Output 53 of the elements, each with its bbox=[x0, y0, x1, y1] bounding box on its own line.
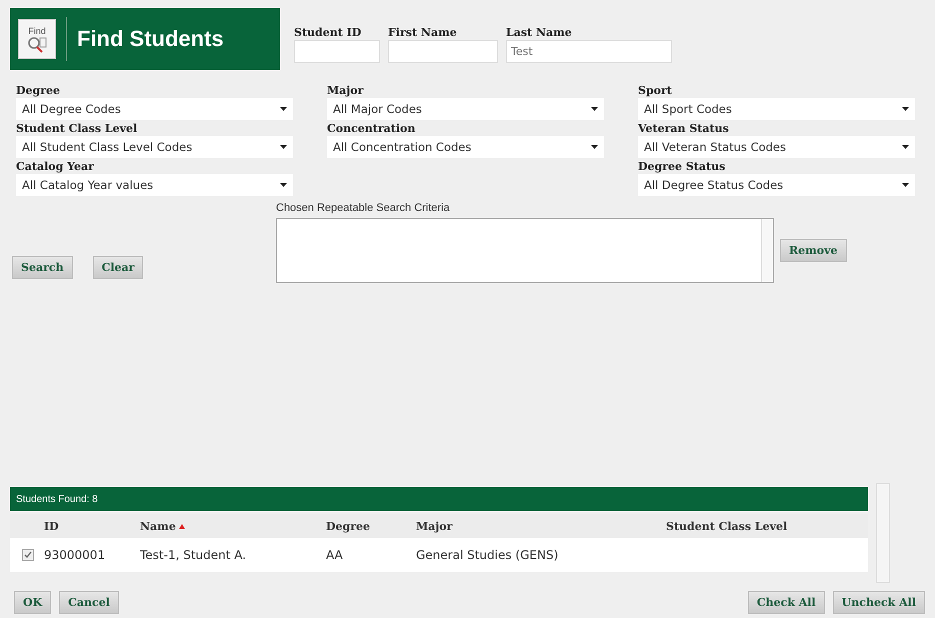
action-button[interactable]: OK bbox=[14, 591, 52, 614]
dropdown[interactable]: All Catalog Year values bbox=[16, 174, 293, 196]
dropdown-caret-icon bbox=[902, 183, 909, 187]
column-header[interactable]: Major bbox=[416, 520, 666, 532]
action-button[interactable]: Search bbox=[12, 256, 73, 279]
criteria-list[interactable] bbox=[276, 218, 774, 283]
scroll-bar[interactable] bbox=[876, 483, 890, 583]
field-label: Student ID bbox=[294, 26, 362, 40]
field-label: Veteran Status bbox=[638, 122, 730, 136]
column-header[interactable]: Name bbox=[140, 520, 326, 532]
field-label: Degree bbox=[16, 84, 62, 98]
dropdown-caret-icon bbox=[902, 107, 909, 111]
dropdown[interactable]: All Degree Status Codes bbox=[638, 174, 915, 196]
field-label: Last Name bbox=[506, 26, 573, 40]
dropdown-caret-icon bbox=[280, 107, 287, 111]
dropdown-caret-icon bbox=[591, 107, 598, 111]
column-header[interactable]: ID bbox=[44, 520, 140, 532]
dropdown[interactable]: All Student Class Level Codes bbox=[16, 136, 293, 158]
dropdown-caret-icon bbox=[902, 145, 909, 149]
table-cell-text: General Studies (GENS) bbox=[416, 548, 560, 562]
action-button[interactable]: Cancel bbox=[59, 591, 119, 614]
table-cell-text: AA bbox=[326, 548, 344, 562]
criteria-label: Chosen Repeatable Search Criteria bbox=[276, 202, 451, 214]
field-label: Sport bbox=[638, 84, 673, 98]
field-label: Concentration bbox=[327, 122, 416, 136]
dropdown-caret-icon bbox=[280, 145, 287, 149]
table-cell-text: 93000001 bbox=[44, 548, 106, 562]
dropdown[interactable]: All Concentration Codes bbox=[327, 136, 604, 158]
dropdown[interactable]: All Degree Codes bbox=[16, 98, 293, 120]
field-label: Student Class Level bbox=[16, 122, 138, 136]
field-label: Major bbox=[327, 84, 364, 98]
dropdown[interactable]: All Major Codes bbox=[327, 98, 604, 120]
results-header: Students Found: 8 bbox=[10, 487, 868, 511]
action-button[interactable]: Uncheck All bbox=[832, 591, 925, 614]
column-header[interactable]: Degree bbox=[326, 520, 416, 532]
remove-button[interactable]: Remove bbox=[780, 239, 847, 262]
field-label: First Name bbox=[388, 26, 458, 40]
dropdown-caret-icon bbox=[280, 183, 287, 187]
dropdown-caret-icon bbox=[591, 145, 598, 149]
row-checkbox[interactable] bbox=[22, 549, 34, 561]
action-button[interactable]: Clear bbox=[92, 256, 144, 279]
text-input[interactable] bbox=[294, 40, 380, 63]
field-label: Catalog Year bbox=[16, 160, 95, 174]
page-title: Find Students bbox=[77, 26, 224, 52]
action-button[interactable]: Check All bbox=[748, 591, 825, 614]
text-input[interactable]: Test bbox=[506, 40, 672, 63]
dropdown[interactable]: All Sport Codes bbox=[638, 98, 915, 120]
field-label: Degree Status bbox=[638, 160, 726, 174]
table-cell-text: Test-1, Student A. bbox=[140, 548, 248, 562]
dropdown[interactable]: All Veteran Status Codes bbox=[638, 136, 915, 158]
column-header[interactable]: Student Class Level bbox=[666, 520, 868, 532]
find-icon: Find bbox=[18, 19, 56, 59]
text-input[interactable] bbox=[388, 40, 498, 63]
